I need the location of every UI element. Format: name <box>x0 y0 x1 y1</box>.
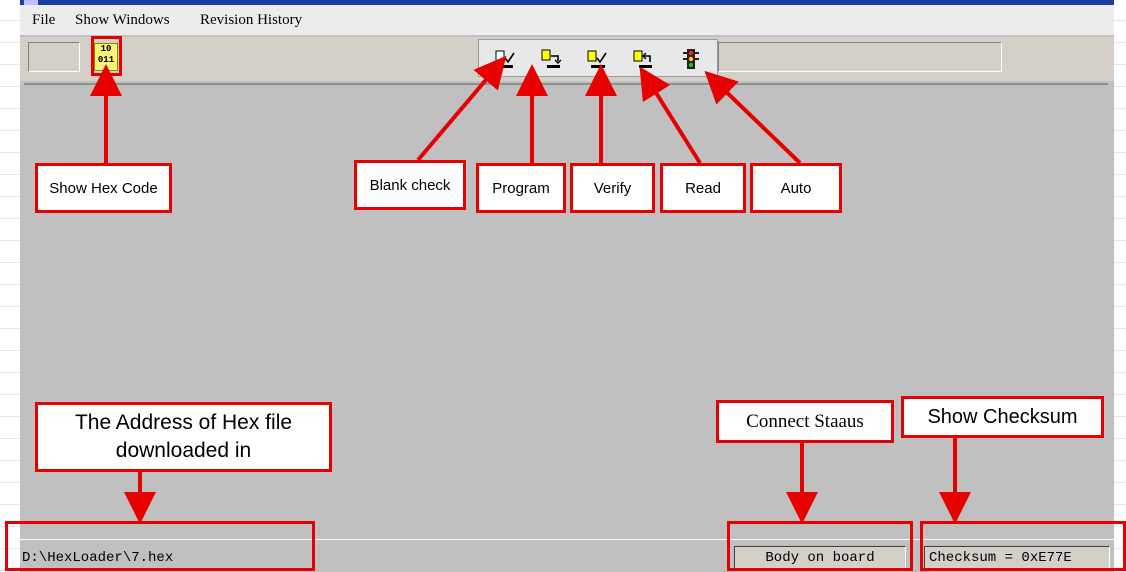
callout-show-checksum: Show Checksum <box>901 396 1104 438</box>
callout-connect-status: Connect Staaus <box>716 400 894 443</box>
hex-button-highlight <box>91 36 122 76</box>
callout-program: Program <box>476 163 566 213</box>
annotation-arrows <box>90 55 971 524</box>
callout-blank-check: Blank check <box>354 160 466 210</box>
callout-hex-address: The Address of Hex file downloaded in <box>35 402 332 472</box>
arrow-auto <box>704 70 802 165</box>
path-highlight <box>5 521 315 571</box>
arrow-blank-check <box>416 55 507 162</box>
connection-highlight <box>727 521 913 571</box>
callout-auto: Auto <box>750 163 842 213</box>
arrow-read <box>639 66 702 165</box>
callout-read: Read <box>660 163 746 213</box>
callout-verify: Verify <box>570 163 655 213</box>
callout-show-hex-code: Show Hex Code <box>35 163 172 213</box>
checksum-highlight <box>920 521 1126 571</box>
